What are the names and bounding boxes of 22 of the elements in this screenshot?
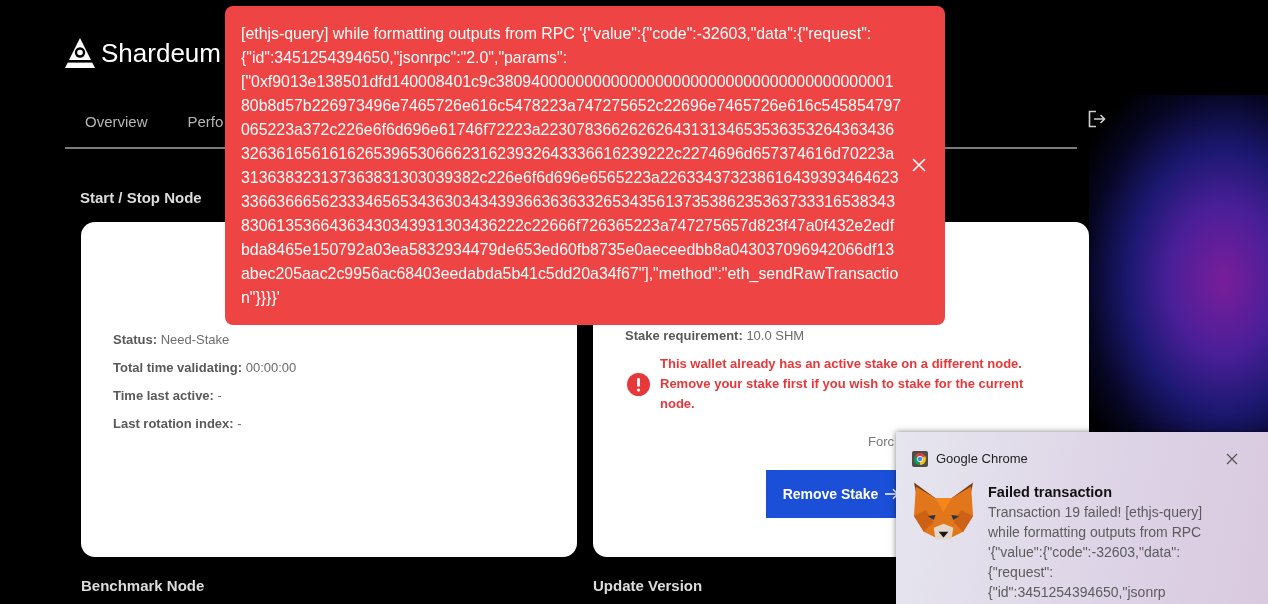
app-name: Google Chrome — [936, 451, 1028, 467]
close-icon[interactable] — [1226, 453, 1238, 465]
status-line: Last rotation index: - — [113, 415, 242, 433]
section-heading: Update Version — [593, 576, 703, 596]
nav-tab[interactable]: Overview — [65, 104, 168, 147]
logout-icon[interactable] — [1088, 110, 1106, 128]
notification-title: Failed transaction — [988, 483, 1113, 502]
logo-text: Shardeum — [101, 38, 221, 68]
notification-message: Transaction 19 failed! [ethjs-query] while formatting outputs from RPC '{"value":{"code":-32603,"data":{"request":{"id":3451254394650,"jsonrp — [988, 503, 1204, 602]
alert-icon — [627, 372, 650, 396]
force-label: Forc — [868, 433, 894, 451]
section-heading: Benchmark Node — [81, 576, 205, 596]
warning-message: This wallet already has an active stake on a different node. Remove your stake first if you wish to stake for the current node. — [660, 355, 1025, 413]
status-line: Status: Need-Stake — [113, 331, 230, 349]
section-heading: Start / Stop Node — [80, 188, 202, 208]
fox-icon — [912, 482, 975, 542]
logo-icon — [65, 38, 95, 68]
status-line: Time last active: - — [113, 387, 222, 405]
error-message: [ethjs-query] while formatting outputs from RPC '{"value":{"code":-32603,"data":{"request":{"id":3451254394650,"jsonrpc":"2.0","params":["0xf9013e138501dfd140008401c9c38094000000000000000000000000000000000000000180b8d57b226973496e7465726e616c5478223a747275652c22696e7465726e616c545854797065223a372c226e6f6d696e61746f72223a22307836626262643131346535363532643634363263616561616265396530666231623932643336616239222c2274696d657374616d70223a313638323137363831303039382c226e6f6d696e6565223a2263343732386164393934646233366366656233346565343630343439366363633265343561373538623536373331653834383061353664363430343931303436222c22666f726365223a747275657d823f47a0f432e2edfbda8465e150792a03ea5832934479de653ed60fb8735e0aeceedbb8a043037096942066df13abec205aac2c9956ac68403eedabda5b41c5dd20a34f67"],"method":"eth_sendRawTransaction"}}}}' — [241, 24, 902, 308]
stake-requirement-text: Stake requirement: 10.0 SHM — [625, 327, 805, 345]
status-line: Total time validating: 00:00:00 — [113, 359, 297, 377]
app-logo-icon — [912, 451, 928, 467]
